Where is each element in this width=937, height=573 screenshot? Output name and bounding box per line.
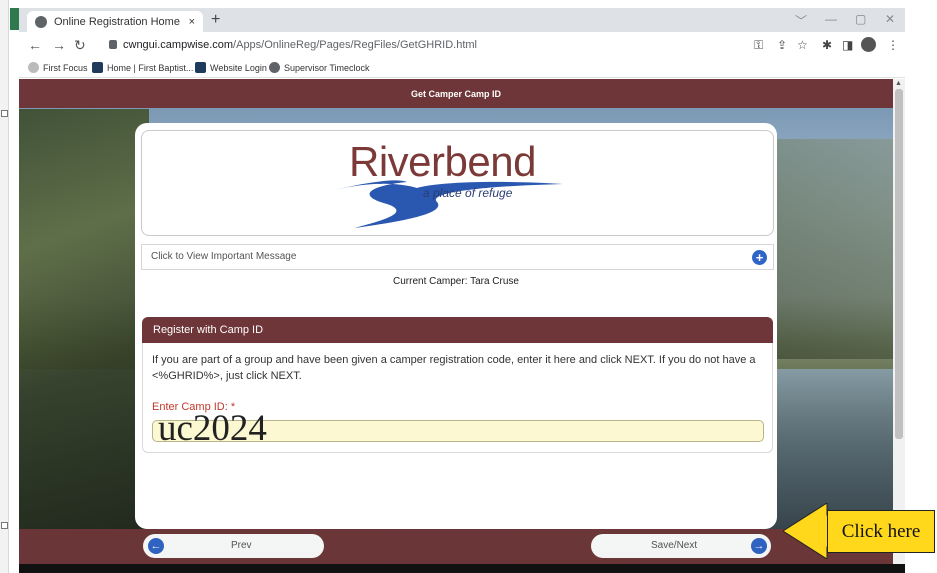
screenshot-root: Online Registration Home Page × + ﹀ — ▢ … xyxy=(0,0,937,573)
tab-title: Online Registration Home Page xyxy=(54,15,183,28)
arrow-right-circle-icon: → xyxy=(751,538,767,554)
arrow-left-circle-icon: ← xyxy=(148,538,164,554)
background-trees-right xyxy=(773,139,893,359)
lock-icon xyxy=(109,40,117,49)
logo-box: Riverbend a place of refuge xyxy=(141,130,774,236)
url-field[interactable]: cwngui.campwise.com/Apps/OnlineReg/Pages… xyxy=(109,36,759,54)
prev-button[interactable]: ← Prev xyxy=(143,534,324,558)
click-here-callout: Click here xyxy=(783,503,935,559)
close-window-icon[interactable]: ✕ xyxy=(885,12,895,26)
bookmark-favicon-icon xyxy=(195,62,206,73)
bookmark-favicon-icon xyxy=(28,62,39,73)
bookmark-supervisor-timeclock[interactable]: Supervisor Timeclock xyxy=(269,62,370,73)
important-message-label: Click to View Important Message xyxy=(151,251,297,262)
bookmark-website-login[interactable]: Website Login xyxy=(195,62,267,73)
tab-search-icon[interactable]: ﹀ xyxy=(795,12,807,29)
back-arrow-icon[interactable]: ← xyxy=(28,37,42,53)
bookmark-favicon-icon xyxy=(92,62,103,73)
side-accent-strip xyxy=(10,8,19,30)
menu-kebab-icon[interactable]: ⋮ xyxy=(887,38,899,52)
globe-icon xyxy=(269,62,280,73)
bookmark-home-first-baptist[interactable]: Home | First Baptist... xyxy=(92,62,193,73)
tab-close-icon[interactable]: × xyxy=(189,16,195,28)
save-next-label: Save/Next xyxy=(651,540,698,551)
current-camper: Current Camper: Tara Cruse xyxy=(393,276,519,287)
globe-icon xyxy=(35,15,47,28)
background-trees-left xyxy=(19,109,149,539)
page-header: Get Camper Camp ID xyxy=(19,79,893,108)
bookmark-first-focus[interactable]: First Focus xyxy=(28,62,88,73)
bookmark-label: Supervisor Timeclock xyxy=(284,62,370,73)
reload-icon[interactable]: ↻ xyxy=(74,37,86,54)
share-icon[interactable]: ⇪ xyxy=(777,38,787,52)
bookmark-label: Home | First Baptist... xyxy=(107,62,194,73)
scroll-thumb[interactable] xyxy=(895,89,903,439)
page-scrollbar[interactable]: ▲ xyxy=(893,79,905,564)
registration-panel: Riverbend a place of refuge Click to Vie… xyxy=(135,123,777,529)
web-page: Get Camper Camp ID Riverbend a place of … xyxy=(19,79,893,564)
save-next-button[interactable]: Save/Next → xyxy=(591,534,771,558)
browser-tab[interactable]: Online Registration Home Page × xyxy=(27,11,203,32)
side-panel-icon[interactable]: ◨ xyxy=(842,38,853,52)
star-icon[interactable]: ☆ xyxy=(797,38,808,52)
prev-label: Prev xyxy=(231,540,252,551)
browser-address-bar: ← → ↻ cwngui.campwise.com/Apps/OnlineReg… xyxy=(19,32,905,58)
section-instructions: If you are part of a group and have been… xyxy=(152,354,756,382)
bottom-nav-bar: ← Prev Save/Next → xyxy=(19,529,893,564)
page-edge-marker-icon xyxy=(1,110,8,117)
logo-tagline: a place of refuge xyxy=(423,186,513,200)
key-icon[interactable]: ⚿ xyxy=(754,38,763,53)
browser-tab-bar: Online Registration Home Page × + ﹀ — ▢ … xyxy=(19,8,905,32)
camp-id-value: uc2024 xyxy=(158,408,267,449)
section-header: Register with Camp ID xyxy=(142,317,773,343)
minimize-icon[interactable]: — xyxy=(825,12,837,26)
important-message-row[interactable]: Click to View Important Message + xyxy=(141,244,774,270)
window-bottom-edge xyxy=(19,564,905,573)
bookmarks-bar: First Focus Home | First Baptist... Webs… xyxy=(19,58,905,78)
page-edge-marker-icon xyxy=(1,522,8,529)
new-tab-button[interactable]: + xyxy=(211,11,220,29)
extensions-icon[interactable]: ✱ xyxy=(822,38,832,52)
url-host: cwngui.campwise.com xyxy=(123,39,234,51)
logo-swoosh-icon xyxy=(335,180,563,228)
riverbend-logo: Riverbend a place of refuge xyxy=(327,138,577,230)
outer-page-edge xyxy=(0,0,9,573)
bookmark-label: Website Login xyxy=(210,62,267,73)
callout-label: Click here xyxy=(827,510,935,553)
plus-circle-icon[interactable]: + xyxy=(752,250,767,265)
forward-arrow-icon[interactable]: → xyxy=(52,37,66,53)
profile-avatar[interactable] xyxy=(861,37,876,52)
section-body: If you are part of a group and have been… xyxy=(142,343,773,453)
scroll-up-icon[interactable]: ▲ xyxy=(895,80,902,87)
url-path: /Apps/OnlineReg/Pages/RegFiles/GetGHRID.… xyxy=(233,39,477,51)
bookmark-label: First Focus xyxy=(43,62,88,73)
maximize-icon[interactable]: ▢ xyxy=(855,12,866,26)
